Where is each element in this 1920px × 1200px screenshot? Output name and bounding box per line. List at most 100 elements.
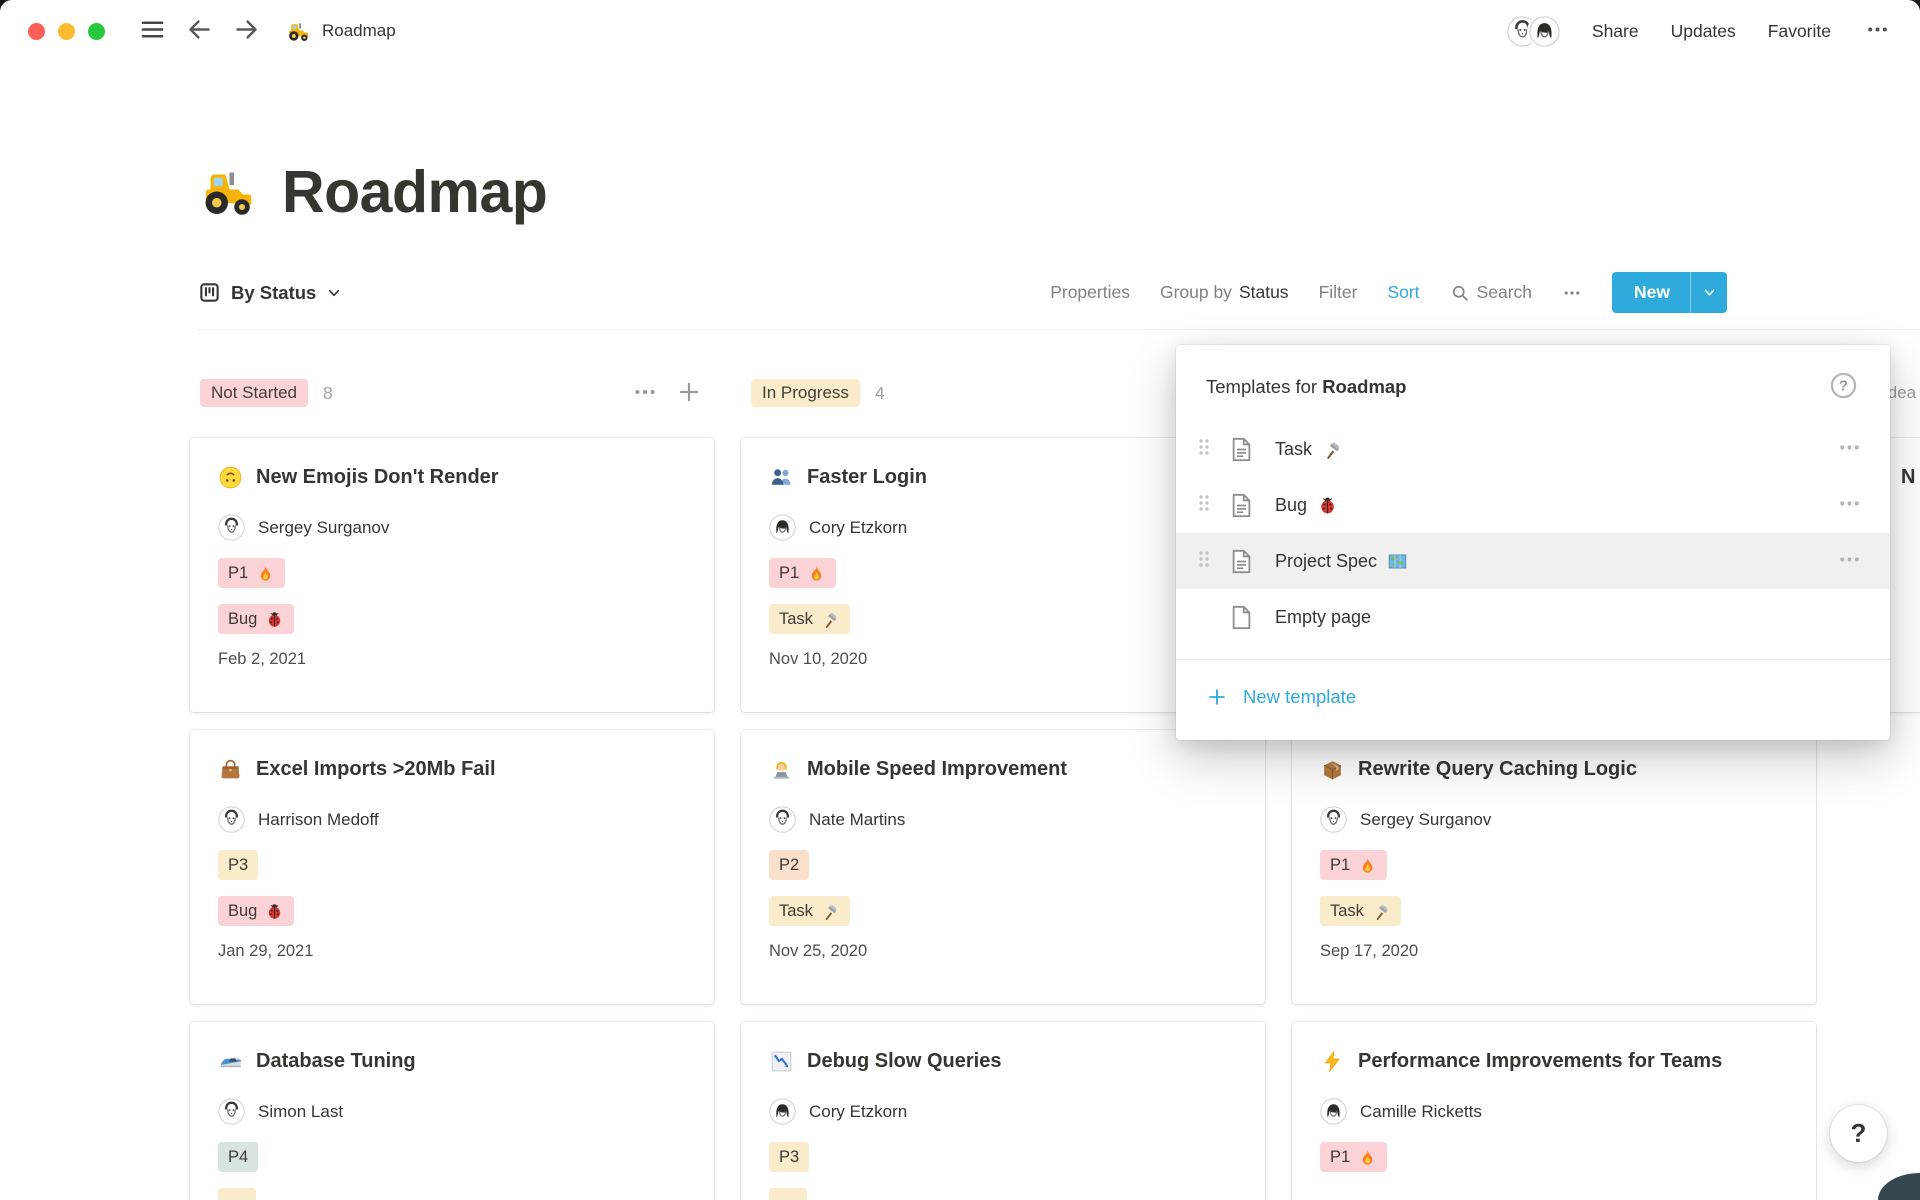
template-more-button[interactable] — [1835, 489, 1864, 521]
close-window-button[interactable] — [28, 23, 45, 40]
column-status-chip[interactable]: Not Started — [200, 379, 308, 407]
ladybug-icon — [265, 902, 284, 921]
person-name: Sergey Surganov — [1360, 810, 1491, 830]
board-card[interactable]: Performance Improvements for Teams Camil… — [1292, 1022, 1816, 1200]
sidebar-menu-button[interactable] — [135, 12, 170, 50]
badge-label: P2 — [779, 856, 799, 875]
person-name: Cory Etzkorn — [809, 1102, 907, 1122]
board-card[interactable]: Excel Imports >20Mb Fail Harrison Medoff… — [190, 730, 714, 1004]
board-card[interactable]: Debug Slow Queries Cory Etzkorn P3 — [741, 1022, 1265, 1200]
avatar-man-icon — [218, 1098, 245, 1125]
page-title-block: Roadmap — [198, 158, 1920, 226]
template-label: Project Spec — [1275, 551, 1377, 572]
card-person: Camille Ricketts — [1320, 1098, 1788, 1125]
board-view-icon — [198, 281, 221, 304]
search-icon — [1450, 283, 1470, 303]
drag-handle-icon[interactable] — [1192, 491, 1228, 520]
new-button[interactable]: New — [1612, 272, 1727, 313]
window-controls — [28, 23, 105, 40]
breadcrumb-title: Roadmap — [322, 21, 396, 41]
board-card[interactable]: Mobile Speed Improvement Nate Martins P2… — [741, 730, 1265, 1004]
breadcrumb[interactable]: Roadmap — [286, 19, 396, 44]
share-button[interactable]: Share — [1592, 19, 1639, 44]
favorite-button[interactable]: Favorite — [1768, 19, 1831, 44]
card-tag-badge: Bug — [218, 896, 294, 926]
card-person: Sergey Surganov — [218, 514, 686, 541]
topbar: Roadmap Share Updates Favorite — [0, 0, 1920, 62]
card-title: Database Tuning — [256, 1046, 416, 1077]
avatar — [1529, 16, 1560, 47]
view-switcher[interactable]: By Status — [198, 281, 342, 304]
properties-button[interactable]: Properties — [1050, 282, 1130, 303]
page-title[interactable]: Roadmap — [282, 158, 547, 226]
document-page-icon — [1228, 548, 1255, 575]
badge-label: P1 — [779, 564, 799, 583]
group-by-value: Status — [1239, 282, 1289, 303]
column-count: 4 — [875, 383, 885, 404]
card-title: Mobile Speed Improvement — [807, 754, 1067, 785]
card-tag-badge: Task — [769, 604, 850, 634]
minimize-window-button[interactable] — [58, 23, 75, 40]
card-title-row: New Emojis Don't Render — [218, 462, 686, 493]
forward-button[interactable] — [229, 12, 264, 50]
avatar-man-icon — [218, 514, 245, 541]
column-add-card-button[interactable] — [674, 377, 704, 410]
view-more-button[interactable] — [1562, 283, 1582, 303]
ellipsis-icon — [1865, 17, 1890, 42]
templates-help-button[interactable]: ? — [1829, 371, 1858, 403]
card-tag-badge: P1 — [1320, 850, 1387, 880]
drag-handle-icon[interactable] — [1192, 435, 1228, 464]
svg-text:?: ? — [1839, 378, 1848, 395]
updates-button[interactable]: Updates — [1671, 19, 1736, 44]
group-by-label: Group by — [1160, 282, 1232, 303]
tractor-icon[interactable] — [198, 162, 258, 222]
badge-label: Bug — [228, 610, 257, 629]
template-item-bug[interactable]: Bug — [1176, 477, 1890, 533]
template-item-task[interactable]: Task — [1176, 421, 1890, 477]
board-card[interactable]: New Emojis Don't Render Sergey Surganov … — [190, 438, 714, 712]
template-more-button[interactable] — [1835, 545, 1864, 577]
view-name: By Status — [231, 282, 316, 304]
tractor-icon — [286, 19, 311, 44]
template-item-project-spec[interactable]: Project Spec — [1176, 533, 1890, 589]
collaborator-avatars[interactable] — [1507, 16, 1560, 47]
card-title: Rewrite Query Caching Logic — [1358, 754, 1637, 785]
card-person: Cory Etzkorn — [769, 514, 1237, 541]
fire-icon — [807, 564, 826, 583]
board-card[interactable]: Rewrite Query Caching Logic Sergey Surga… — [1292, 730, 1816, 1004]
badge-label: P3 — [228, 856, 248, 875]
column-more-button[interactable] — [630, 377, 660, 410]
card-tag-badge: P1 — [1320, 1142, 1387, 1172]
fire-icon — [1358, 856, 1377, 875]
template-item-empty-page[interactable]: Empty page — [1176, 589, 1890, 645]
ellipsis-icon — [1562, 283, 1582, 303]
blank-page-icon — [1228, 604, 1255, 631]
person-name: Harrison Medoff — [258, 810, 379, 830]
new-dropdown-button[interactable] — [1691, 285, 1727, 300]
sort-button[interactable]: Sort — [1387, 282, 1419, 303]
help-button[interactable]: ? — [1830, 1105, 1887, 1162]
document-page-icon — [1228, 492, 1255, 519]
board-card[interactable]: Database Tuning Simon Last P4 — [190, 1022, 714, 1200]
template-label: Empty page — [1275, 607, 1371, 628]
back-button[interactable] — [182, 12, 217, 50]
more-actions-button[interactable] — [1863, 15, 1892, 47]
badge-label: Task — [1330, 902, 1364, 921]
card-person: Simon Last — [218, 1098, 686, 1125]
expand-window-button[interactable] — [88, 23, 105, 40]
card-tag-badge: P1 — [769, 558, 836, 588]
column-status-chip[interactable]: In Progress — [751, 379, 860, 407]
map-icon — [1387, 551, 1408, 572]
drag-handle-icon[interactable] — [1192, 547, 1228, 576]
card-title-row: Performance Improvements for Teams — [1320, 1046, 1788, 1077]
new-template-button[interactable]: New template — [1176, 660, 1890, 734]
search-button[interactable]: Search — [1450, 282, 1532, 303]
template-label: Bug — [1275, 495, 1307, 516]
view-toolbar: By Status Properties Group by Status Fil… — [198, 272, 1920, 330]
filter-button[interactable]: Filter — [1319, 282, 1358, 303]
template-label: Task — [1275, 439, 1312, 460]
group-by-button[interactable]: Group by Status — [1160, 282, 1289, 303]
card-date: Nov 25, 2020 — [769, 942, 1237, 961]
template-list: Task Bug Project Spec Empty page — [1176, 421, 1890, 645]
template-more-button[interactable] — [1835, 433, 1864, 465]
